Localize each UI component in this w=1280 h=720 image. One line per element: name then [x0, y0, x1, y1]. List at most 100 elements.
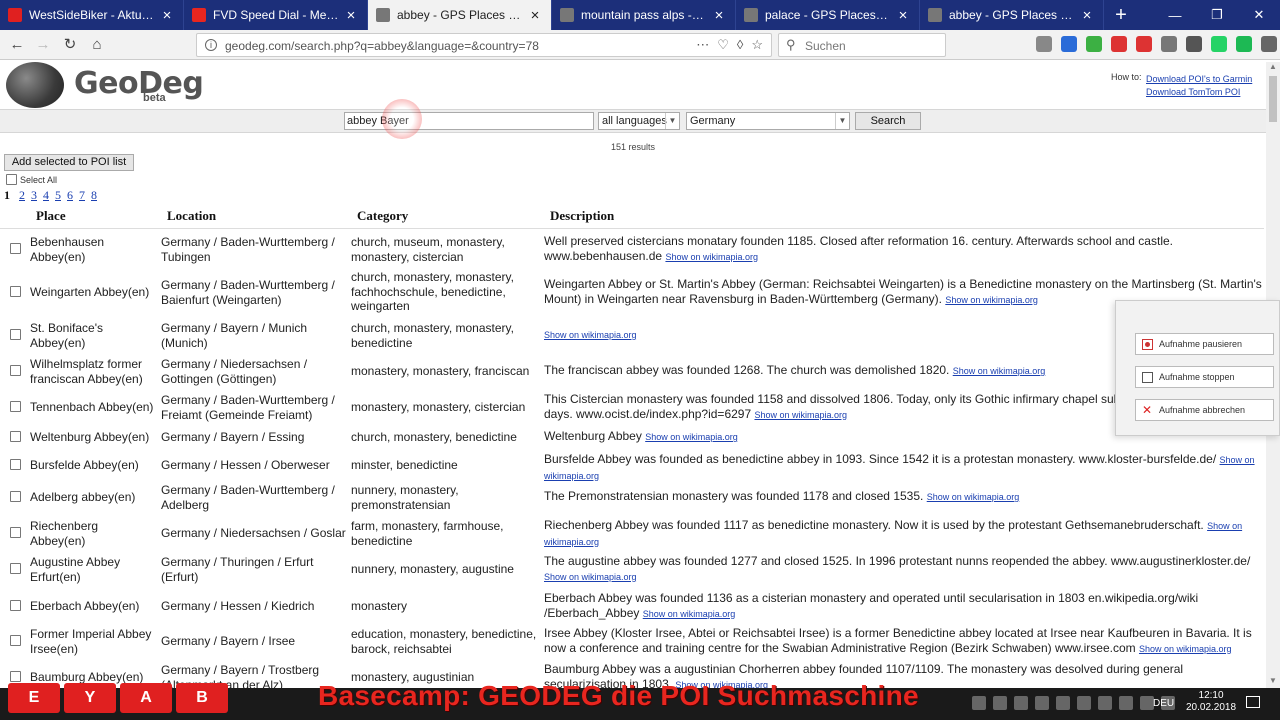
- close-tab-icon[interactable]: ×: [527, 7, 543, 24]
- close-tab-icon[interactable]: ×: [1079, 7, 1095, 24]
- reload-icon[interactable]: ↻: [59, 35, 81, 55]
- tray-icon[interactable]: [1119, 696, 1133, 710]
- wikimapia-link[interactable]: Show on wikimapia.org: [945, 295, 1038, 305]
- row-checkbox[interactable]: [10, 243, 21, 254]
- browser-tab[interactable]: abbey - GPS Places and POI in ×: [368, 0, 552, 30]
- place-cell[interactable]: Augustine Abbey Erfurt(en): [30, 555, 156, 584]
- browser-tab[interactable]: palace - GPS Places and POI ×: [736, 0, 920, 30]
- row-checkbox[interactable]: [10, 431, 21, 442]
- place-cell[interactable]: Weingarten Abbey(en): [30, 285, 156, 300]
- close-tab-icon[interactable]: ×: [895, 7, 911, 24]
- scroll-down-icon[interactable]: ▼: [1266, 676, 1280, 688]
- network-icon[interactable]: [1140, 696, 1154, 710]
- browser-tab[interactable]: FVD Speed Dial - Meine Biker ×: [184, 0, 368, 30]
- row-checkbox[interactable]: [10, 671, 21, 682]
- close-tab-icon[interactable]: ×: [159, 7, 175, 24]
- whatsapp-icon[interactable]: [1211, 36, 1227, 52]
- spotify-icon[interactable]: [1236, 36, 1252, 52]
- row-checkbox[interactable]: [10, 401, 21, 412]
- row-checkbox[interactable]: [10, 527, 21, 538]
- tray-icon[interactable]: [1014, 696, 1028, 710]
- close-tab-icon[interactable]: ×: [711, 7, 727, 24]
- search-query-input[interactable]: abbey Bayer: [344, 112, 594, 130]
- country-select[interactable]: Germany ▼: [686, 112, 850, 130]
- extension-icon[interactable]: [1086, 36, 1102, 52]
- page-link[interactable]: 6: [67, 188, 73, 202]
- page-link[interactable]: 4: [43, 188, 49, 202]
- browser-tab[interactable]: mountain pass alps - GPS Plac ×: [552, 0, 736, 30]
- place-cell[interactable]: St. Boniface's Abbey(en): [30, 321, 156, 350]
- browser-search-field[interactable]: ⚲ Suchen: [778, 33, 946, 57]
- tray-icon[interactable]: [1077, 696, 1091, 710]
- select-all-checkbox[interactable]: [6, 174, 17, 185]
- wikimapia-link[interactable]: Show on wikimapia.org: [665, 252, 758, 262]
- home-icon[interactable]: ⌂: [86, 35, 108, 55]
- place-cell[interactable]: Weltenburg Abbey(en): [30, 430, 156, 445]
- place-cell[interactable]: Riechenberg Abbey(en): [30, 519, 156, 548]
- extension-icon[interactable]: [1061, 36, 1077, 52]
- extension-icon[interactable]: [1186, 36, 1202, 52]
- row-checkbox[interactable]: [10, 635, 21, 646]
- place-cell[interactable]: Wilhelmsplatz former franciscan Abbey(en…: [30, 357, 156, 386]
- scroll-thumb[interactable]: [1269, 76, 1277, 122]
- wikimapia-link[interactable]: Show on wikimapia.org: [1139, 644, 1232, 654]
- extension-icon[interactable]: [1111, 36, 1127, 52]
- wikimapia-link[interactable]: Show on wikimapia.org: [544, 572, 637, 582]
- forward-icon[interactable]: →: [32, 35, 54, 55]
- addon-icon[interactable]: ◊: [737, 37, 743, 53]
- minimize-icon[interactable]: —: [1154, 0, 1196, 30]
- row-checkbox[interactable]: [10, 286, 21, 297]
- place-cell[interactable]: Eberbach Abbey(en): [30, 599, 156, 614]
- bookmark-star-icon[interactable]: ☆: [751, 37, 763, 53]
- search-button[interactable]: Search: [855, 112, 921, 130]
- wikimapia-link[interactable]: Show on wikimapia.org: [643, 609, 736, 619]
- clock[interactable]: 12:10 20.02.2018: [1186, 690, 1236, 714]
- stop-recording-button[interactable]: Aufnahme stoppen: [1135, 366, 1274, 388]
- info-icon[interactable]: i: [205, 39, 217, 51]
- row-checkbox[interactable]: [10, 491, 21, 502]
- place-cell[interactable]: Adelberg abbey(en): [30, 490, 156, 505]
- new-tab-icon[interactable]: +: [1104, 0, 1138, 30]
- back-icon[interactable]: ←: [6, 35, 28, 55]
- page-link[interactable]: 8: [91, 188, 97, 202]
- row-checkbox[interactable]: [10, 563, 21, 574]
- wikimapia-link[interactable]: Show on wikimapia.org: [544, 330, 637, 340]
- place-cell[interactable]: Former Imperial Abbey Irsee(en): [30, 627, 156, 656]
- close-tab-icon[interactable]: ×: [343, 7, 359, 24]
- place-cell[interactable]: Tennenbach Abbey(en): [30, 400, 156, 415]
- place-cell[interactable]: Bebenhausen Abbey(en): [30, 235, 156, 264]
- wikimapia-link[interactable]: Show on wikimapia.org: [754, 410, 847, 420]
- tile-a[interactable]: A: [120, 683, 172, 713]
- browser-tab[interactable]: WestSideBiker - Aktuelle Ther ×: [0, 0, 184, 30]
- wikimapia-link[interactable]: Show on wikimapia.org: [953, 366, 1046, 376]
- page-link[interactable]: 3: [31, 188, 37, 202]
- restore-icon[interactable]: ❐: [1196, 0, 1238, 30]
- tray-icon[interactable]: [993, 696, 1007, 710]
- wikimapia-link[interactable]: Show on wikimapia.org: [645, 432, 738, 442]
- tray-icon[interactable]: [972, 696, 986, 710]
- tray-icon[interactable]: [1098, 696, 1112, 710]
- menu-icon[interactable]: [1261, 36, 1277, 52]
- row-checkbox[interactable]: [10, 365, 21, 376]
- notification-icon[interactable]: [1246, 696, 1260, 708]
- library-icon[interactable]: [1036, 36, 1052, 52]
- close-window-icon[interactable]: ✕: [1238, 0, 1280, 30]
- scroll-up-icon[interactable]: ▲: [1266, 62, 1280, 74]
- tomtom-download-link[interactable]: Download TomTom POI: [1146, 87, 1240, 97]
- browser-tab[interactable]: abbey - GPS Places and POI in ×: [920, 0, 1104, 30]
- select-all[interactable]: Select All: [6, 174, 57, 185]
- globe-logo-icon[interactable]: [6, 62, 64, 108]
- tray-icon[interactable]: [1035, 696, 1049, 710]
- page-link[interactable]: 2: [19, 188, 25, 202]
- input-language[interactable]: DEU: [1153, 698, 1174, 709]
- page-actions-icon[interactable]: ⋯: [696, 37, 709, 53]
- pocket-icon[interactable]: ♡: [717, 37, 729, 53]
- page-link[interactable]: 5: [55, 188, 61, 202]
- adblock-icon[interactable]: [1136, 36, 1152, 52]
- pause-recording-button[interactable]: Aufnahme pausieren: [1135, 333, 1274, 355]
- cancel-recording-button[interactable]: ✕ Aufnahme abbrechen: [1135, 399, 1274, 421]
- tray-icon[interactable]: [1056, 696, 1070, 710]
- add-to-poi-button[interactable]: Add selected to POI list: [4, 154, 134, 171]
- tile-y[interactable]: Y: [64, 683, 116, 713]
- row-checkbox[interactable]: [10, 329, 21, 340]
